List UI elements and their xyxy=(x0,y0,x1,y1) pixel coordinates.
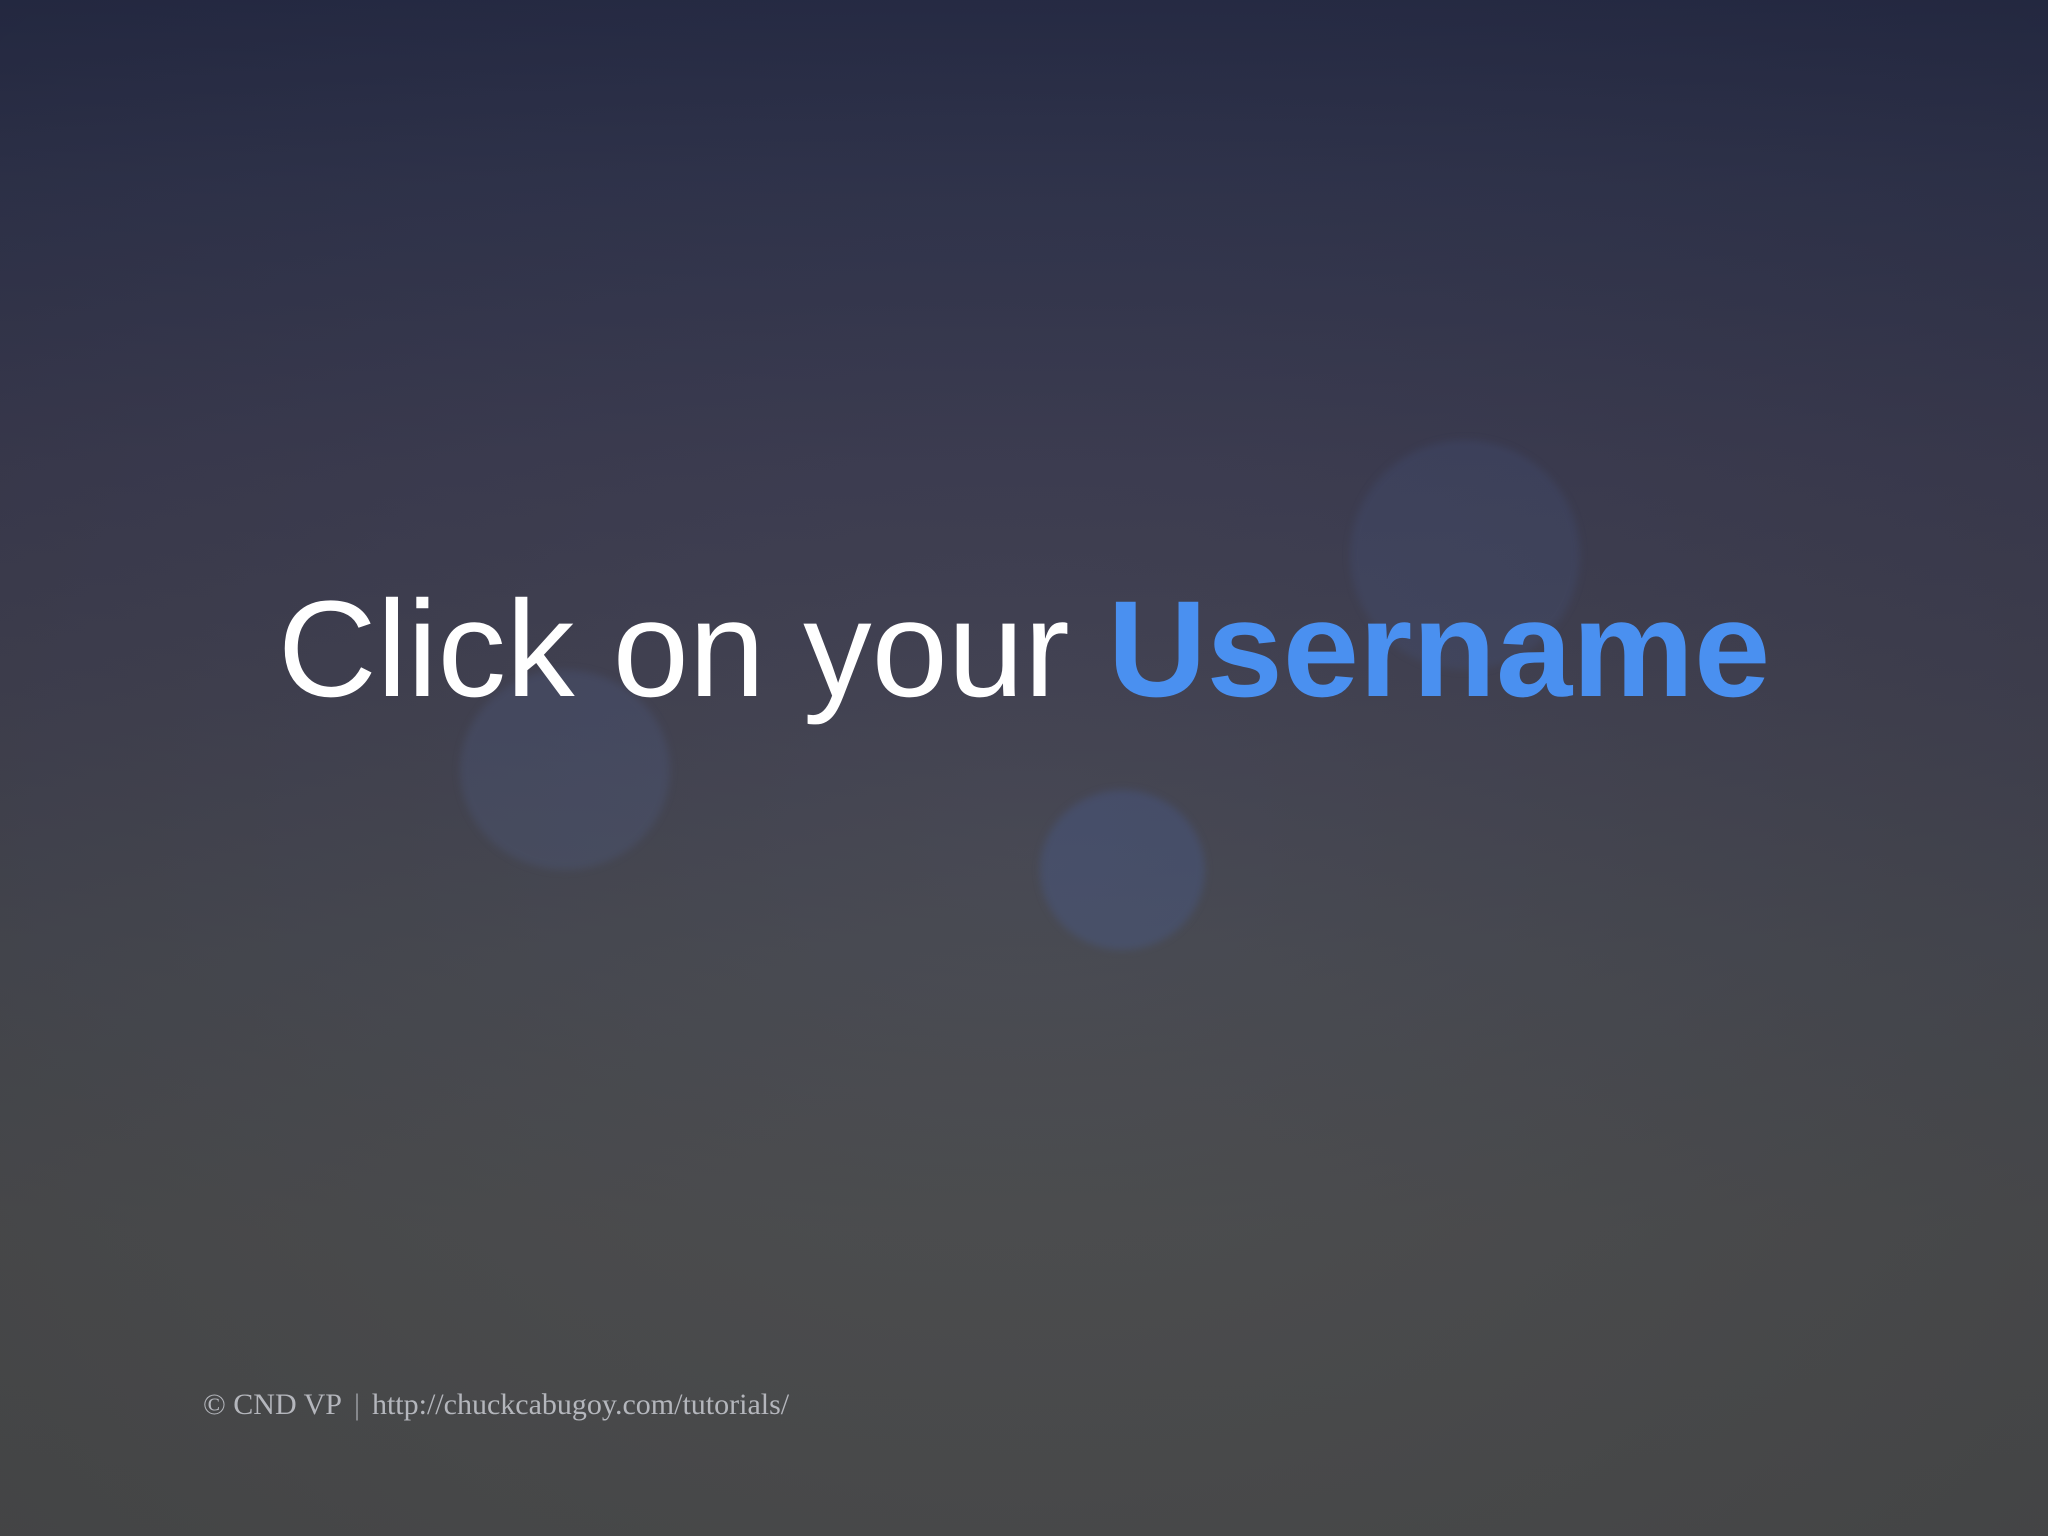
bokeh-circle xyxy=(1040,790,1205,950)
background-vignette xyxy=(0,0,2048,1536)
headline-highlight: Username xyxy=(1107,573,1771,726)
footer-url: http://chuckcabugoy.com/tutorials/ xyxy=(371,1388,790,1421)
headline-text: Click on your xyxy=(277,573,1108,726)
slide-headline: Click on your Username xyxy=(0,570,2048,730)
slide-footer: © CND VP | http://chuckcabugoy.com/tutoria… xyxy=(203,1388,789,1422)
footer-separator: | xyxy=(353,1388,360,1421)
footer-copyright: © CND VP xyxy=(203,1388,342,1421)
